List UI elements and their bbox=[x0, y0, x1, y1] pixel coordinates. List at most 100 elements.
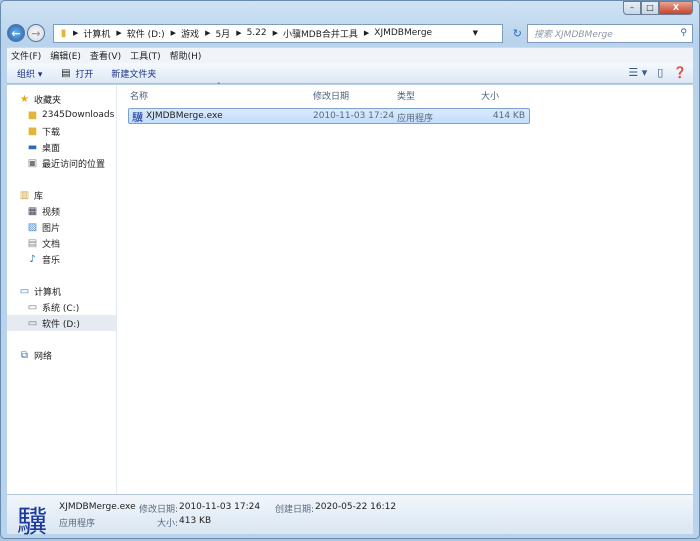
sidebar-label: 库 bbox=[34, 191, 44, 202]
search-icon[interactable]: ⚲ bbox=[680, 28, 687, 38]
menu-tools[interactable]: 工具(T) bbox=[130, 49, 161, 62]
sidebar-item-documents[interactable]: ▤ 文档 bbox=[7, 235, 116, 251]
breadcrumb-item[interactable]: 游戏 bbox=[181, 27, 199, 40]
details-created: 2020-05-22 16:12 bbox=[315, 502, 397, 512]
sidebar-label: 软件 (D:) bbox=[42, 319, 80, 330]
sidebar-label: 视频 bbox=[42, 207, 61, 218]
computer-icon: ▭ bbox=[19, 285, 30, 297]
drive-icon: ▭ bbox=[27, 317, 38, 329]
exe-icon: 驥 bbox=[132, 111, 143, 124]
sidebar-item-recent[interactable]: ▣ 最近访问的位置 bbox=[7, 155, 116, 171]
sidebar-label: 最近访问的位置 bbox=[42, 159, 106, 170]
system-drive-icon: ▭ bbox=[27, 301, 38, 313]
video-icon: ▦ bbox=[27, 205, 38, 217]
new-folder-button[interactable]: 新建文件夹 bbox=[111, 67, 156, 80]
file-modified: 2010-11-03 17:24 bbox=[313, 111, 395, 121]
sidebar-item-downloads[interactable]: ■ 下载 bbox=[7, 123, 116, 139]
column-header-type[interactable]: 类型 bbox=[397, 89, 415, 102]
details-modified-label: 修改日期: bbox=[139, 505, 179, 515]
file-row[interactable]: 驥 XJMDBMerge.exe 2010-11-03 17:24 应用程序 4… bbox=[128, 108, 530, 124]
folder-icon: ▮ bbox=[60, 27, 67, 39]
breadcrumb-item[interactable]: 软件 (D:) bbox=[127, 27, 165, 40]
address-bar[interactable]: ▮ ▶ 计算机 ▶ 软件 (D:) ▶ 游戏 ▶ 5月 ▶ 5.22 ▶ 小骥MDB合并工具… bbox=[53, 23, 522, 43]
sidebar-item-music[interactable]: ♪ 音乐 bbox=[7, 251, 116, 267]
column-header-name[interactable]: 名称 bbox=[130, 89, 148, 102]
view-options-icon[interactable]: ☰ ▾ bbox=[628, 66, 647, 79]
column-headers: 名称 ˄ 修改日期 类型 大小 bbox=[125, 82, 693, 103]
refresh-icon[interactable]: ↻ bbox=[513, 27, 522, 40]
help-icon[interactable]: ❓ bbox=[673, 66, 687, 79]
minimize-button[interactable]: – bbox=[623, 1, 641, 15]
file-type: 应用程序 bbox=[397, 114, 434, 124]
details-size: 413 KB bbox=[179, 516, 212, 526]
sidebar-item-drive-d[interactable]: ▭ 软件 (D:) bbox=[7, 315, 116, 331]
details-size-label: 大小: bbox=[157, 519, 179, 529]
music-icon: ♪ bbox=[29, 253, 36, 265]
forward-button[interactable]: → bbox=[27, 24, 45, 42]
sort-arrow-icon: ˄ bbox=[217, 82, 221, 90]
sidebar-item-drive-c[interactable]: ▭ 系统 (C:) bbox=[7, 299, 116, 315]
search-placeholder: 搜索 XJMDBMerge bbox=[534, 29, 613, 40]
maximize-button[interactable]: □ bbox=[641, 1, 659, 15]
toolbar: 组织 ▾ ▤ 打开 新建文件夹 ☰ ▾ ▯ ❓ bbox=[7, 63, 693, 84]
sidebar-computer[interactable]: ▭ 计算机 bbox=[7, 283, 116, 299]
folder-icon: ■ bbox=[27, 109, 38, 121]
menu-file[interactable]: 文件(F) bbox=[11, 49, 41, 62]
sidebar-label: 系统 (C:) bbox=[42, 303, 80, 314]
network-icon: ⧉ bbox=[20, 349, 29, 361]
details-type: 应用程序 bbox=[59, 519, 96, 529]
menu-help[interactable]: 帮助(H) bbox=[170, 49, 202, 62]
preview-pane-icon[interactable]: ▯ bbox=[657, 66, 663, 79]
open-button[interactable]: 打开 bbox=[75, 67, 93, 80]
details-pane: 驥 XJMDBMerge.exe 应用程序 修改日期: 2010-11-03 1… bbox=[7, 494, 693, 540]
sidebar-label: 文档 bbox=[42, 239, 61, 250]
sidebar-label: 计算机 bbox=[34, 287, 62, 298]
navigation-pane: ★ 收藏夹 ■ 2345Downloads ■ 下载 ▬ 桌面 ▣ 最近访问的位置 ▥ 库 … bbox=[7, 85, 117, 494]
sidebar-item-videos[interactable]: ▦ 视频 bbox=[7, 203, 116, 219]
recent-places-icon: ▣ bbox=[27, 157, 38, 169]
sidebar-label: 2345Downloads bbox=[42, 110, 115, 120]
sidebar-item-desktop[interactable]: ▬ 桌面 bbox=[7, 139, 116, 155]
menu-bar: 文件(F) 编辑(E) 查看(V) 工具(T) 帮助(H) bbox=[7, 47, 693, 63]
file-name: XJMDBMerge.exe bbox=[146, 111, 223, 121]
sidebar-label: 网络 bbox=[34, 351, 53, 362]
search-input[interactable]: 搜索 XJMDBMerge ⚲ bbox=[527, 23, 693, 43]
breadcrumb-item[interactable]: XJMDBMerge bbox=[374, 28, 432, 38]
sidebar-item-pictures[interactable]: ▨ 图片 bbox=[7, 219, 116, 235]
details-name: XJMDBMerge.exe bbox=[59, 502, 136, 512]
menu-edit[interactable]: 编辑(E) bbox=[50, 49, 81, 62]
sidebar-network[interactable]: ⧉ 网络 bbox=[7, 347, 116, 363]
breadcrumb-item[interactable]: 5.22 bbox=[247, 28, 267, 38]
library-icon: ▥ bbox=[19, 189, 30, 201]
column-header-modified[interactable]: 修改日期 bbox=[313, 89, 349, 102]
sidebar-label: 图片 bbox=[42, 223, 61, 234]
window-controls: – □ X bbox=[623, 1, 693, 15]
download-folder-icon: ■ bbox=[27, 125, 38, 137]
star-icon: ★ bbox=[20, 93, 29, 105]
explorer-window: – □ X ← → ▮ ▶ 计算机 ▶ 软件 (D:) ▶ 游戏 ▶ 5月 ▶ 5.22 … bbox=[0, 0, 700, 540]
breadcrumb-item[interactable]: 小骥MDB合并工具 bbox=[283, 27, 358, 40]
picture-icon: ▨ bbox=[27, 221, 38, 233]
details-created-label: 创建日期: bbox=[275, 505, 315, 515]
file-size: 414 KB bbox=[492, 111, 525, 121]
history-dropdown-icon[interactable]: ▼ bbox=[473, 29, 478, 37]
sidebar-libraries[interactable]: ▥ 库 bbox=[7, 187, 116, 203]
exe-large-icon: 驥 bbox=[17, 505, 47, 540]
organize-button[interactable]: 组织 ▾ bbox=[17, 67, 42, 80]
close-button[interactable]: X bbox=[659, 1, 693, 15]
sidebar-favorites[interactable]: ★ 收藏夹 bbox=[7, 91, 116, 107]
column-header-size[interactable]: 大小 bbox=[481, 89, 499, 102]
details-modified: 2010-11-03 17:24 bbox=[179, 502, 261, 512]
desktop-icon: ▬ bbox=[27, 141, 38, 153]
sidebar-label: 下载 bbox=[42, 127, 61, 138]
breadcrumb-item[interactable]: 计算机 bbox=[83, 27, 110, 40]
open-icon: ▤ bbox=[61, 67, 71, 79]
breadcrumb-item[interactable]: 5月 bbox=[215, 27, 230, 40]
back-button[interactable]: ← bbox=[7, 24, 25, 42]
menu-view[interactable]: 查看(V) bbox=[90, 49, 121, 62]
sidebar-item-downloads-2345[interactable]: ■ 2345Downloads bbox=[7, 107, 116, 123]
sidebar-label: 收藏夹 bbox=[34, 95, 62, 106]
sidebar-label: 音乐 bbox=[42, 255, 61, 266]
document-icon: ▤ bbox=[27, 237, 38, 249]
sidebar-label: 桌面 bbox=[42, 143, 61, 154]
